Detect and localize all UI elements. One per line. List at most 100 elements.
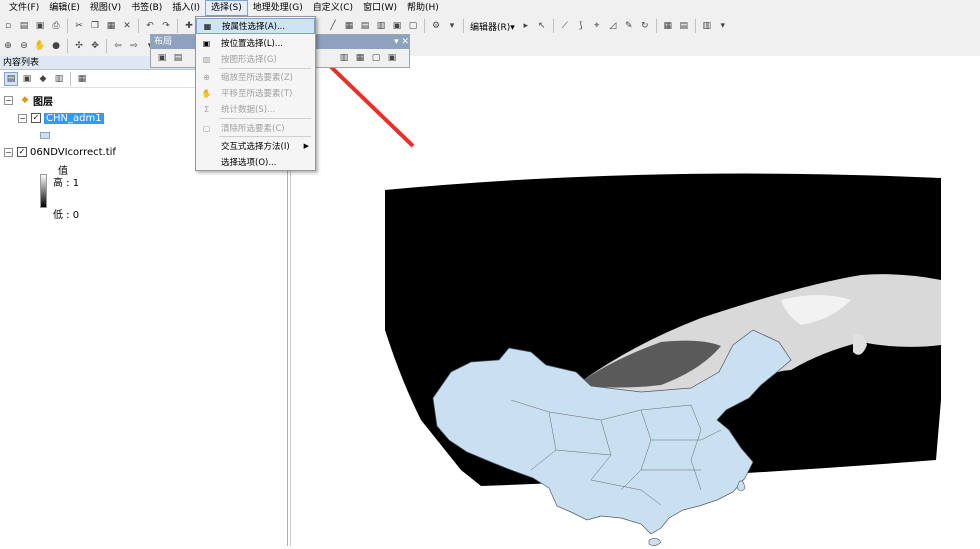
edit-tool-icon[interactable]: ▸ [519,19,533,33]
toolbar-separator [655,19,657,33]
grayscale-color-ramp[interactable] [40,174,47,208]
menu-separator [219,118,311,119]
selection-menu: ▦ 按属性选择(A)... ▣ 按位置选择(L)... ▨ 按图形选择(G) ⊕… [195,16,316,171]
menu-file[interactable]: 文件(F) [4,0,44,16]
delete-icon[interactable]: ✕ [120,19,134,33]
menu-bookmarks[interactable]: 书签(B) [126,0,167,16]
layer-row-ndvi[interactable]: − ✓ 06NDVIcorrect.tif [4,144,116,160]
sketch-properties-icon[interactable]: ▤ [677,19,691,33]
menu-item-select-by-attributes[interactable]: ▦ 按属性选择(A)... [196,18,315,34]
toolbar-options-icon[interactable]: ▾ [445,19,459,33]
cut-icon[interactable]: ✂ [72,19,86,33]
redo-icon[interactable]: ↷ [159,19,173,33]
new-icon[interactable]: ▫ [1,19,15,33]
map-view[interactable] [288,24,980,546]
go-back-icon[interactable]: ⇦ [111,39,125,53]
menu-item-interactive-selection-method[interactable]: 交互式选择方法(I) ▶ [196,138,315,154]
model-builder-icon[interactable]: ⚙ [429,19,443,33]
layer-visibility-checkbox[interactable]: ✓ [17,147,27,157]
layout-zoom-icon[interactable]: ▣ [155,51,169,65]
search-window-icon[interactable]: ▥ [374,19,388,33]
attributes-icon[interactable]: ▦ [661,19,675,33]
rotate-icon[interactable]: ↻ [638,19,652,33]
print-icon[interactable]: ⎙ [49,19,63,33]
zoom-to-selected-icon: ⊕ [203,72,210,82]
map-canvas[interactable] [288,24,980,546]
trace-icon[interactable]: ⟆ [574,19,588,33]
layout-toggle-draft-icon[interactable]: ▦ [353,51,367,65]
collapse-icon[interactable]: − [18,113,27,123]
toolbar-separator [70,71,71,86]
editor-options-icon[interactable]: ▾ [716,19,730,33]
layout-page-icon[interactable]: ▥ [337,51,351,65]
menu-item-selection-options[interactable]: 选择选项(O)... [196,154,315,170]
go-forward-icon[interactable]: ⇨ [127,39,141,53]
collapse-icon[interactable]: − [4,95,13,105]
menu-item-select-by-location[interactable]: ▣ 按位置选择(L)... [196,35,315,51]
fixed-zoom-in-icon[interactable]: ✣ [72,39,86,53]
collapse-icon[interactable]: − [4,147,13,157]
paste-icon[interactable]: ▦ [104,19,118,33]
menu-insert[interactable]: 插入(I) [167,0,205,16]
python-icon[interactable]: ▢ [406,19,420,33]
menu-help[interactable]: 帮助(H) [402,0,444,16]
menu-item-clear-selection[interactable]: ▢ 清除所选要素(C) [196,120,315,136]
menu-item-select-by-graphics[interactable]: ▨ 按图形选择(G) [196,51,315,67]
straight-segment-icon[interactable]: ⟋ [558,19,572,33]
layer-visibility-checkbox[interactable]: ✓ [31,113,41,123]
polygon-symbol-swatch[interactable] [40,132,50,139]
toolbar-separator [106,39,107,53]
toolbar-separator [552,19,554,33]
toolbar-separator [694,19,696,33]
editor-menu-button[interactable]: 编辑器(R)▾ [467,20,518,33]
zoom-out-icon[interactable]: ⊖ [17,39,31,53]
full-extent-icon[interactable]: ● [49,39,63,53]
list-by-source-icon[interactable]: ▣ [20,72,34,86]
menu-item-zoom-to-selected[interactable]: ⊕ 缩放至所选要素(Z) [196,69,315,85]
menu-item-pan-to-selected[interactable]: ✋ 平移至所选要素(T) [196,85,315,101]
undo-icon[interactable]: ↶ [143,19,157,33]
layout-toolbar-title: 布局 [154,37,173,47]
menu-edit[interactable]: 编辑(E) [44,0,85,16]
open-folder-icon[interactable]: ▤ [17,19,31,33]
legend-high-label: 高 : 1 [53,178,80,189]
arctoolbox-icon[interactable]: ▣ [390,19,404,33]
create-features-icon[interactable]: ▥ [700,19,714,33]
layers-stack-icon: ◆ [21,95,29,105]
layout-focus-icon[interactable]: ▢ [369,51,383,65]
save-icon[interactable]: ▣ [33,19,47,33]
fixed-zoom-out-icon[interactable]: ✥ [88,39,102,53]
layer-name-chn-adm1[interactable]: CHN_adm1 [44,112,104,124]
point-icon[interactable]: ⌖ [590,19,604,33]
reshape-icon[interactable]: ◿ [606,19,620,33]
menu-bar: 文件(F) 编辑(E) 视图(V) 书签(B) 插入(I) 选择(S) 地理处理… [0,0,980,16]
menu-windows[interactable]: 窗口(W) [358,0,402,16]
copy-icon[interactable]: ❐ [88,19,102,33]
add-data-icon[interactable]: ✚ [182,19,196,33]
layers-group-label: 图层 [33,96,53,108]
layout-pan-icon[interactable]: ▤ [171,51,185,65]
list-by-visibility-icon[interactable]: ◆ [36,72,50,86]
list-by-drawing-order-icon[interactable]: ▤ [4,71,18,86]
catalog-icon[interactable]: ▤ [358,19,372,33]
menu-item-statistics[interactable]: Σ 统计数据(S)... [196,101,315,117]
tools-toolbar: ⊕ ⊖ ✋ ● ✣ ✥ ⇦ ⇨ ▾ [0,36,980,56]
menu-view[interactable]: 视图(V) [85,0,126,16]
layer-row-chn-adm1[interactable]: − ✓ CHN_adm1 [18,110,104,126]
menu-customize[interactable]: 自定义(C) [308,0,358,16]
layout-change-layout-icon[interactable]: ▣ [385,51,399,65]
pan-icon[interactable]: ✋ [33,39,47,53]
menu-selection[interactable]: 选择(S) [205,0,248,16]
zoom-in-icon[interactable]: ⊕ [1,39,15,53]
list-by-selection-icon[interactable]: ▥ [52,72,66,86]
menu-geoprocessing[interactable]: 地理处理(G) [248,0,308,16]
table-window-icon[interactable]: ▦ [342,19,356,33]
layer-name-ndvi[interactable]: 06NDVIcorrect.tif [30,147,116,158]
edit-annotation-icon[interactable]: ↖ [535,19,549,33]
split-icon[interactable]: ✎ [622,19,636,33]
toolbar-separator [177,19,178,33]
toc-options-icon[interactable]: ▦ [75,72,89,86]
layout-toolbar-controls[interactable]: ▾ ✕ [394,35,409,49]
editor-toolbar-icon[interactable]: ╱ [326,19,340,33]
layers-group-row[interactable]: − ◆ 图层 [4,92,53,108]
